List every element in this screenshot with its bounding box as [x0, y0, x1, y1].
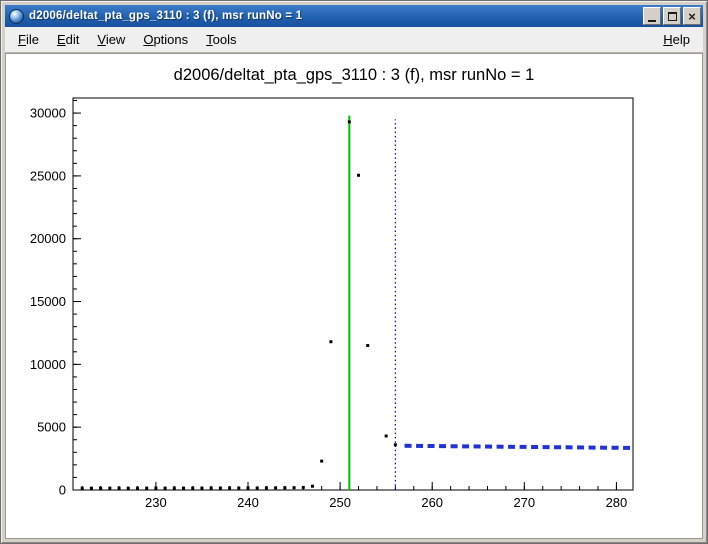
data-point — [191, 486, 194, 489]
close-icon: × — [688, 10, 696, 23]
data-point — [200, 487, 203, 490]
menu-item-help[interactable]: Help — [654, 29, 699, 50]
data-point — [108, 487, 111, 490]
window-controls: × — [643, 7, 701, 25]
x-tick-label: 250 — [329, 495, 351, 510]
maximize-icon — [668, 12, 677, 21]
root-canvas[interactable]: d2006/deltat_pta_gps_3110 : 3 (f), msr r… — [5, 53, 703, 539]
data-point — [293, 486, 296, 489]
data-point — [173, 487, 176, 490]
minimize-button[interactable] — [643, 7, 661, 25]
data-point — [90, 487, 93, 490]
menu-item-file[interactable]: File — [9, 29, 48, 50]
data-point — [329, 340, 332, 343]
data-point — [228, 486, 231, 489]
data-point — [145, 487, 148, 490]
y-tick-label: 20000 — [30, 231, 66, 246]
data-point — [219, 486, 222, 489]
menubar-right: Help — [654, 29, 699, 50]
data-point — [164, 487, 167, 490]
data-point — [237, 486, 240, 489]
y-tick-label: 25000 — [30, 168, 66, 183]
menubar: FileEditViewOptionsTools Help — [5, 27, 703, 53]
y-tick-label: 5000 — [37, 420, 66, 435]
data-point — [311, 485, 314, 488]
data-point — [81, 487, 84, 490]
data-point — [256, 486, 259, 489]
menubar-left: FileEditViewOptionsTools — [9, 29, 246, 50]
app-icon — [9, 9, 24, 24]
data-point — [283, 486, 286, 489]
chart-svg: 230 240 250 260 270 280 0 5000 10000 15000 20000 25… — [6, 54, 703, 539]
menu-item-edit[interactable]: Edit — [48, 29, 88, 50]
x-tick-label: 230 — [145, 495, 167, 510]
x-tick-label: 280 — [606, 495, 628, 510]
data-point — [366, 344, 369, 347]
y-tick-label: 30000 — [30, 106, 66, 121]
close-button[interactable]: × — [683, 7, 701, 25]
menu-item-view[interactable]: View — [88, 29, 134, 50]
data-point — [385, 434, 388, 437]
data-point — [154, 487, 157, 490]
data-point — [99, 487, 102, 490]
data-point — [182, 487, 185, 490]
y-tick-label: 15000 — [30, 294, 66, 309]
data-point — [265, 486, 268, 489]
x-tick-label: 240 — [237, 495, 259, 510]
data-point — [274, 486, 277, 489]
data-point — [394, 443, 397, 446]
data-point — [118, 487, 121, 490]
x-tick-label: 270 — [513, 495, 535, 510]
minimize-icon — [648, 20, 656, 22]
data-point — [127, 487, 130, 490]
background-level-line — [405, 446, 631, 448]
menu-item-tools[interactable]: Tools — [197, 29, 245, 50]
x-tick-label: 260 — [421, 495, 443, 510]
titlebar[interactable]: d2006/deltat_pta_gps_3110 : 3 (f), msr r… — [5, 5, 703, 27]
data-point — [302, 486, 305, 489]
plot-frame — [73, 98, 633, 490]
window-title: d2006/deltat_pta_gps_3110 : 3 (f), msr r… — [29, 10, 643, 22]
y-tick-label: 10000 — [30, 357, 66, 372]
menu-item-options[interactable]: Options — [134, 29, 197, 50]
maximize-button[interactable] — [663, 7, 681, 25]
data-point — [348, 120, 351, 123]
window: d2006/deltat_pta_gps_3110 : 3 (f), msr r… — [0, 0, 708, 544]
data-point — [136, 487, 139, 490]
data-point — [357, 174, 360, 177]
data-point — [247, 486, 250, 489]
data-point — [320, 460, 323, 463]
data-point — [210, 486, 213, 489]
y-tick-label: 0 — [59, 483, 66, 498]
